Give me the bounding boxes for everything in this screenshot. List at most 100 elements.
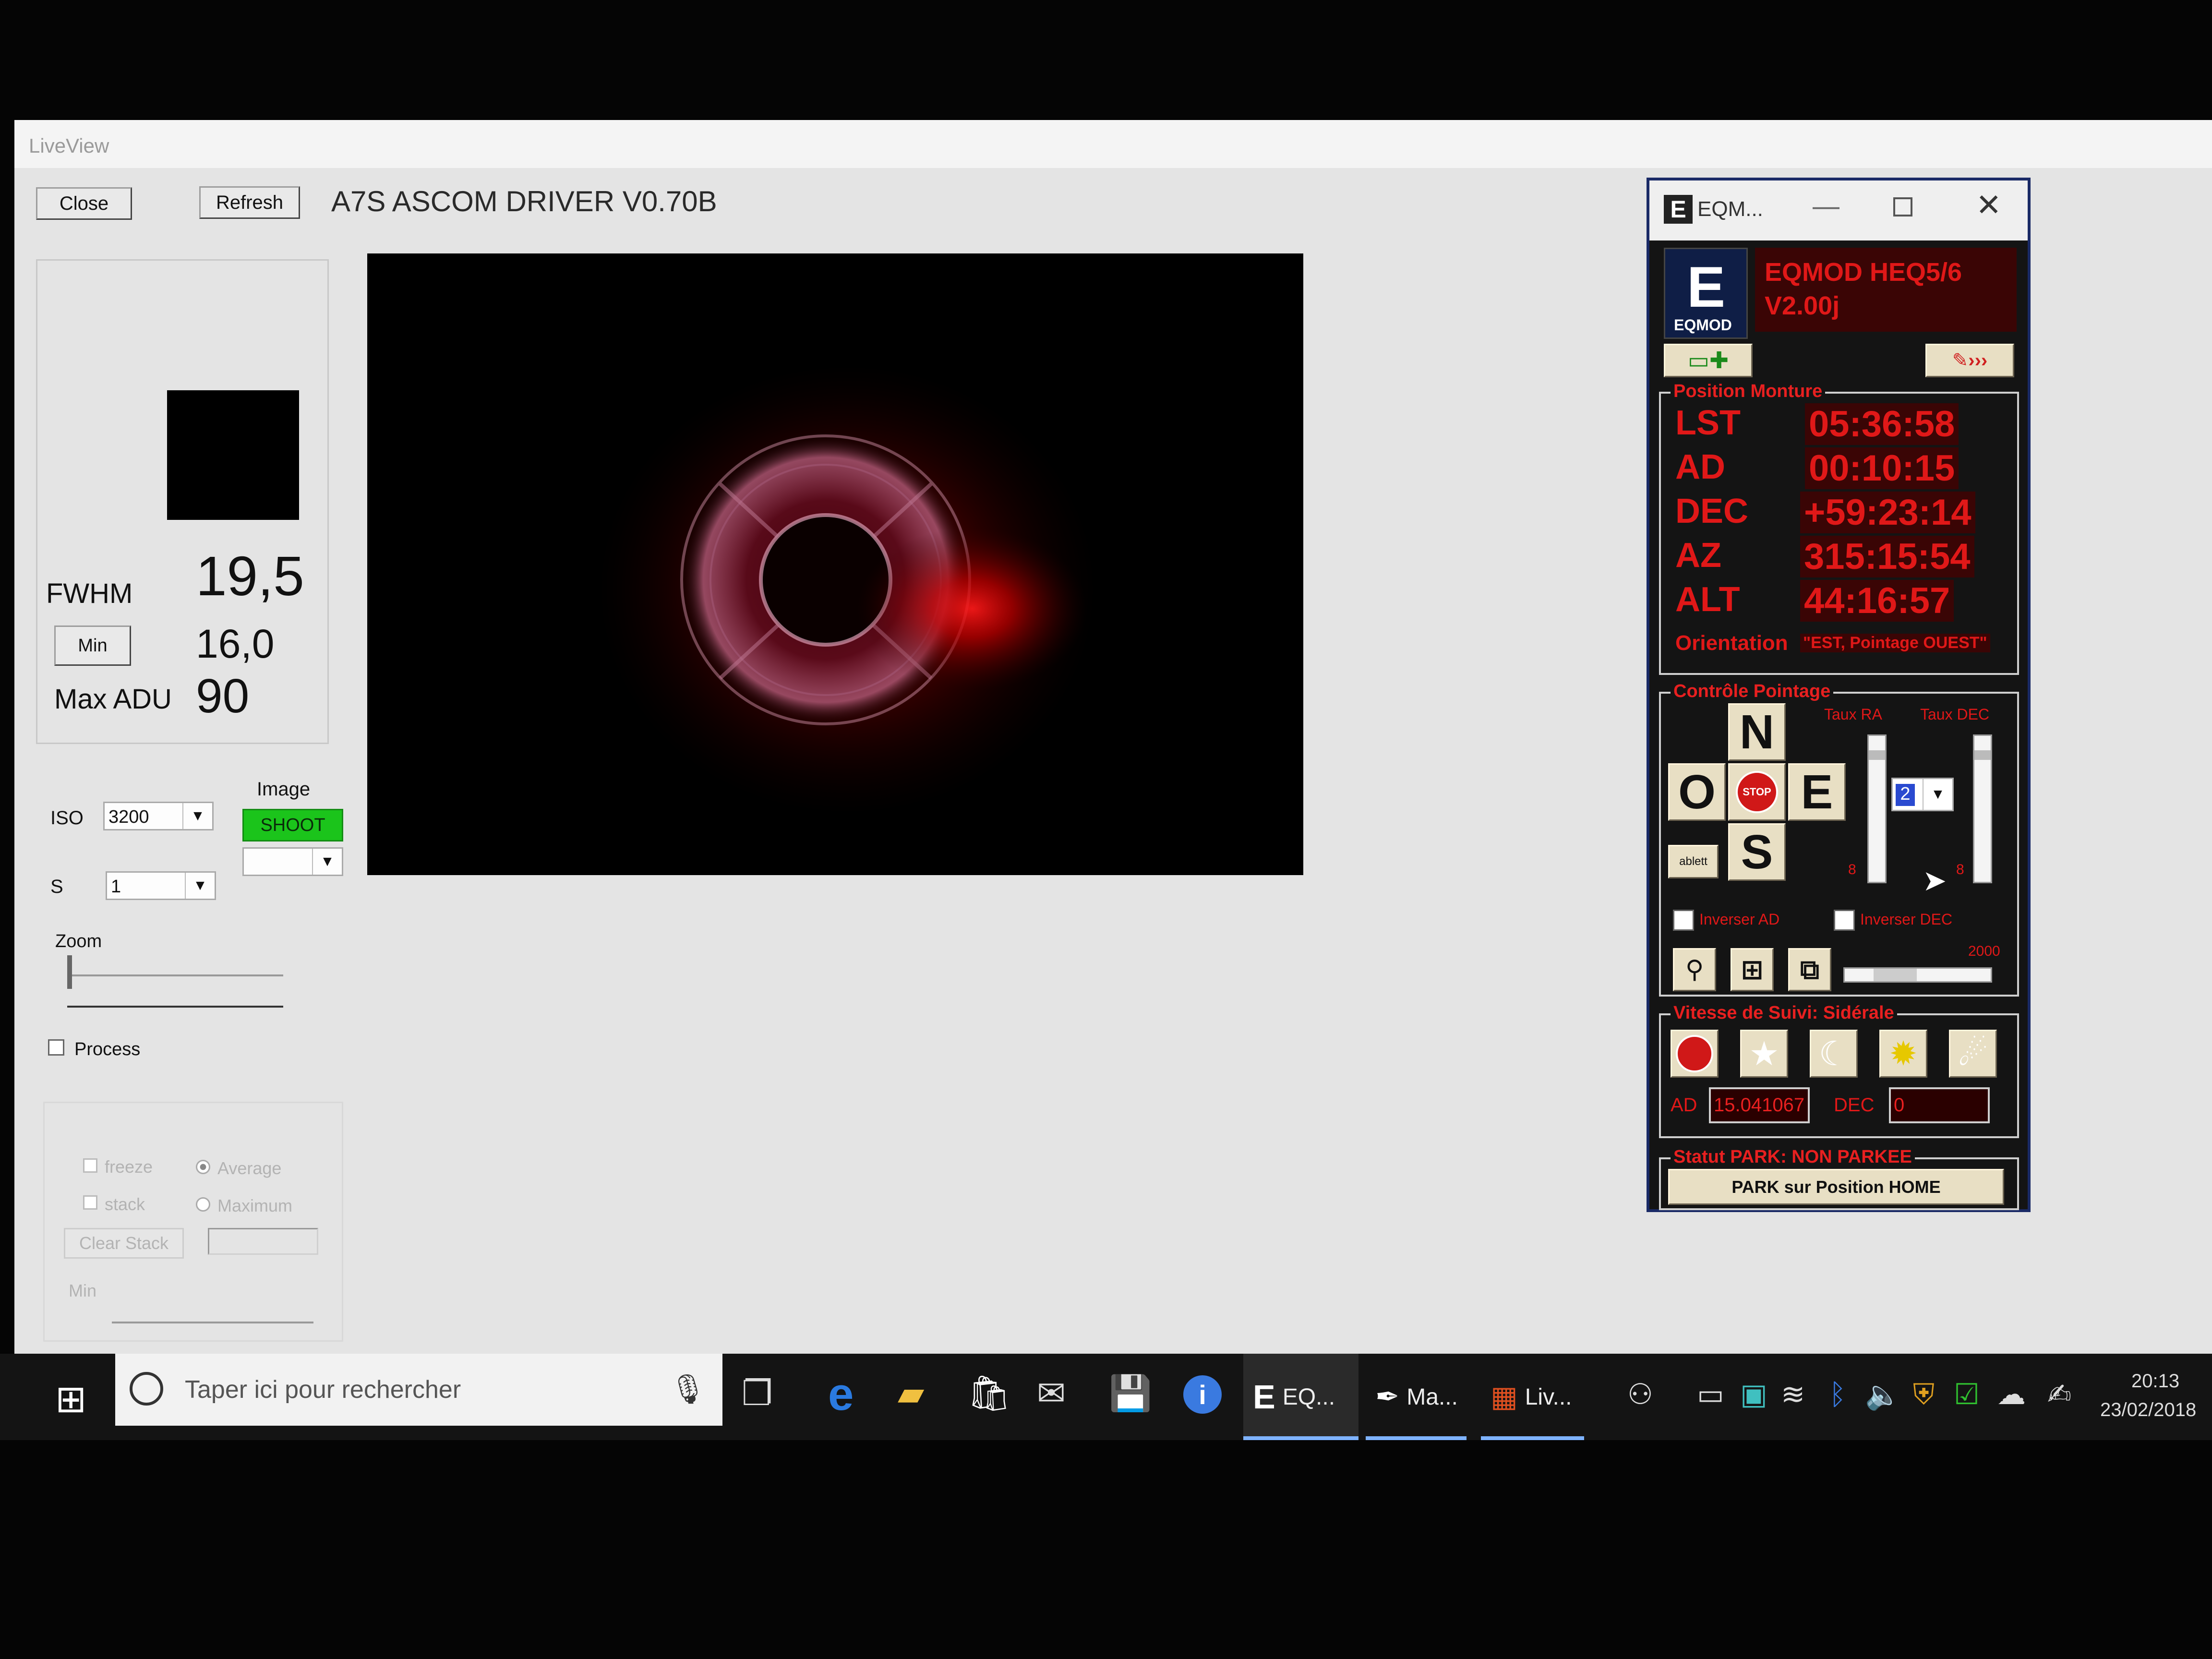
cloud-icon[interactable]: ☁ (1997, 1378, 2026, 1411)
store-icon[interactable]: 🛍 (967, 1373, 1011, 1414)
taskbar-app-eqmod[interactable]: E EQ... (1243, 1354, 1358, 1440)
track-ad-field[interactable]: 15.041067 (1709, 1087, 1810, 1123)
process-checkbox[interactable] (48, 1039, 64, 1056)
shoot-button[interactable]: SHOOT (242, 809, 343, 842)
rate-select[interactable]: 2 ▼ (1891, 778, 1954, 811)
dec-rate-slider[interactable] (1973, 734, 1992, 883)
mail-icon[interactable]: ✉ (1037, 1373, 1066, 1413)
setup-button[interactable]: ✎››› (1925, 344, 2014, 377)
south-button[interactable]: S (1728, 823, 1786, 881)
min-button[interactable]: Min (54, 625, 131, 666)
refresh-button[interactable]: Refresh (199, 186, 300, 219)
ra-rate-slider-thumb[interactable] (1869, 750, 1885, 760)
taskbar-app-liveview[interactable]: ▦ Liv... (1481, 1354, 1584, 1440)
s-select[interactable]: 1 ▼ (106, 871, 216, 900)
network-adapter-icon[interactable]: ▣ (1740, 1378, 1767, 1411)
park-home-button[interactable]: PARK sur Position HOME (1668, 1169, 2004, 1205)
invert-dec-checkbox[interactable] (1834, 910, 1855, 931)
save-app-icon[interactable]: 💾 (1109, 1373, 1152, 1414)
active-indicator (1366, 1436, 1467, 1440)
dec-rate-slider-thumb[interactable] (1974, 750, 1991, 760)
sun-icon[interactable]: ✹ (1879, 1030, 1927, 1078)
freeze-checkbox[interactable] (83, 1158, 97, 1173)
speed-slider[interactable] (1843, 967, 1992, 983)
wifi-icon[interactable]: ≋ (1781, 1378, 1805, 1411)
clock-date[interactable]: 23/02/2018 (2100, 1399, 2196, 1421)
track-dec-field[interactable]: 0 (1889, 1087, 1990, 1123)
stack-count-field[interactable] (208, 1228, 318, 1255)
tablet-button[interactable]: ablett (1668, 845, 1719, 878)
stop-icon: STOP (1736, 771, 1778, 813)
chevron-down-icon: ▼ (312, 849, 342, 875)
task-view-icon[interactable]: ❐ (742, 1373, 773, 1413)
speed-slider-thumb[interactable] (1874, 969, 1917, 981)
az-value: 315:15:54 (1800, 536, 1974, 577)
taskbar: ⊞ Taper ici pour rechercher 🎙 ❐ e ▰ 🛍 ✉ … (0, 1354, 2212, 1440)
clear-stack-button[interactable]: Clear Stack (64, 1228, 184, 1259)
add-site-button[interactable]: ▭✚ (1664, 344, 1753, 377)
minimize-icon[interactable]: — (1813, 190, 1839, 221)
moon-icon[interactable]: ☾ (1810, 1030, 1858, 1078)
pen-icon: ✒ (1375, 1381, 1400, 1413)
lst-value: 05:36:58 (1805, 403, 1959, 445)
people-icon[interactable]: ⚇ (1627, 1378, 1653, 1411)
grid-icon[interactable]: ⊞ (1731, 948, 1774, 991)
west-button[interactable]: O (1668, 763, 1726, 821)
ad-value: 00:10:15 (1805, 447, 1959, 489)
alt-label: ALT (1675, 580, 1740, 619)
image-select[interactable]: ▼ (242, 847, 343, 876)
star-icon[interactable]: ★ (1740, 1030, 1788, 1078)
track-dec-label: DEC (1834, 1094, 1875, 1116)
zoom-slider[interactable] (67, 955, 283, 989)
tracking-stop-button[interactable] (1671, 1030, 1719, 1078)
orientation-label: Orientation (1675, 631, 1788, 655)
windows-start-icon[interactable]: ⊞ (55, 1380, 86, 1418)
version-line2: V2.00j (1765, 291, 1840, 320)
file-explorer-icon[interactable]: ▰ (898, 1373, 924, 1413)
maximize-icon[interactable] (1893, 197, 1912, 216)
ra-rate-slider[interactable] (1867, 734, 1887, 883)
stop-icon (1676, 1035, 1713, 1072)
microphone-icon[interactable]: 🎙 (670, 1372, 706, 1406)
spiral-icon[interactable]: ⧉ (1788, 948, 1831, 991)
eqmod-logo-text: EQMOD (1674, 316, 1732, 334)
eqmod-logo: E EQMOD (1664, 248, 1748, 339)
taux-ra-label: Taux RA (1824, 706, 1882, 723)
star-donut-image (598, 364, 1097, 815)
iso-select[interactable]: 3200 ▼ (103, 802, 214, 830)
maximum-radio[interactable] (196, 1197, 210, 1212)
security-shield-icon[interactable]: ⛨ (1913, 1378, 1935, 1411)
clock-time[interactable]: 20:13 (2131, 1370, 2179, 1392)
taskbar-app-ma[interactable]: ✒ Ma... (1366, 1354, 1467, 1440)
stack-checkbox[interactable] (83, 1195, 97, 1210)
park-group: Statut PARK: NON PARKEE PARK sur Positio… (1659, 1147, 2019, 1210)
pen-tray-icon[interactable]: ✍ (2047, 1378, 2071, 1411)
bluetooth-icon[interactable]: ᛒ (1829, 1378, 1846, 1411)
average-radio[interactable] (196, 1160, 210, 1174)
dec-label: DEC (1675, 492, 1749, 530)
fwhm-value: 19,5 (196, 545, 304, 607)
volume-icon[interactable]: 🔈 (1865, 1378, 1901, 1412)
dec-slider-value: 8 (1956, 862, 1964, 878)
edge-icon[interactable]: e (828, 1368, 854, 1421)
search-box[interactable]: Taper ici pour rechercher 🎙 (115, 1354, 722, 1426)
battery-icon[interactable]: ▭ (1697, 1378, 1724, 1411)
process-label: Process (74, 1039, 141, 1059)
close-icon[interactable]: ✕ (1976, 187, 2002, 223)
checklist-icon[interactable]: ☑ (1954, 1378, 1980, 1411)
ra-slider-value: 8 (1848, 862, 1856, 878)
east-button[interactable]: E (1788, 763, 1846, 821)
alt-value: 44:16:57 (1800, 580, 1954, 622)
track-ad-label: AD (1671, 1094, 1697, 1116)
comet-icon[interactable]: ☄ (1949, 1030, 1997, 1078)
invert-ad-checkbox[interactable] (1673, 910, 1694, 931)
control-group: Contrôle Pointage Taux RA Taux DEC N O S… (1659, 681, 2019, 997)
north-button[interactable]: N (1728, 703, 1786, 761)
info-app-icon[interactable]: i (1183, 1375, 1222, 1414)
min-slider[interactable] (112, 1322, 313, 1323)
binoculars-icon[interactable]: ⚲ (1673, 948, 1716, 991)
close-button[interactable]: Close (36, 187, 132, 220)
dec-value: +59:23:14 (1800, 492, 1975, 533)
zoom-slider-thumb[interactable] (67, 955, 72, 989)
stop-button[interactable]: STOP (1728, 763, 1786, 821)
